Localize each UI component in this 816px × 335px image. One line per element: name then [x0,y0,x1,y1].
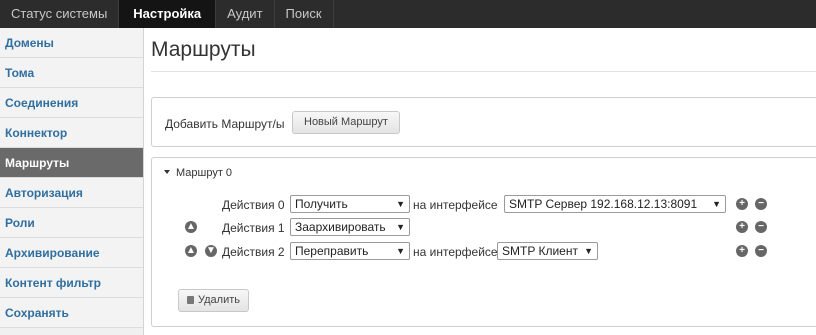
add-action-button[interactable]: + [736,245,748,257]
tab-search[interactable]: Поиск [275,0,334,28]
chevron-down-icon: ▼ [396,246,405,256]
sidebar-item-routes[interactable]: Маршруты [0,148,143,178]
action-type-value: Получить [295,197,348,211]
sidebar: Домены Тома Соединения Коннектор Маршрут… [0,28,144,335]
interface-select[interactable]: SMTP Клиент ▼ [497,242,598,260]
interface-label: на интерфейсе [413,198,498,212]
route-header[interactable]: Маршрут 0 [164,167,232,179]
delete-route-button[interactable]: Удалить [178,289,249,312]
chevron-down-icon: ▼ [712,199,721,209]
sidebar-item-connector[interactable]: Коннектор [0,118,143,148]
add-action-button[interactable]: + [736,198,748,210]
new-route-button[interactable]: Новый Маршрут [292,111,400,134]
page-title: Маршруты [151,38,256,61]
move-down-button[interactable]: ▼ [205,245,217,257]
action-row-0: Действия 0 Получить ▼ на интерфейсе SMTP… [152,195,816,215]
tab-audit[interactable]: Аудит [216,0,275,28]
action-type-select[interactable]: Заархивировать ▼ [290,218,410,236]
trash-icon [187,296,194,304]
chevron-down-icon: ▼ [584,246,593,256]
action-type-select[interactable]: Переправить ▼ [290,242,410,260]
sidebar-item-domains[interactable]: Домены [0,28,143,58]
tab-system-status[interactable]: Статус системы [0,0,120,28]
chevron-down-icon: ▼ [396,222,405,232]
add-action-button[interactable]: + [736,221,748,233]
chevron-down-icon: ▼ [396,199,405,209]
action-row-1: ▲ Действия 1 Заархивировать ▼ + − [152,218,816,238]
add-route-panel: Добавить Маршрут/ы Новый Маршрут [151,97,816,147]
sidebar-item-save[interactable]: Сохранять [0,298,143,328]
remove-action-button[interactable]: − [755,221,767,233]
interface-label: на интерфейсе [413,245,498,259]
caret-down-icon [164,170,170,174]
action-type-select[interactable]: Получить ▼ [290,195,410,213]
sidebar-item-authorization[interactable]: Авторизация [0,178,143,208]
title-divider [151,71,816,72]
delete-label: Удалить [198,294,240,306]
sidebar-item-connections[interactable]: Соединения [0,88,143,118]
sidebar-item-archiving[interactable]: Архивирование [0,238,143,268]
interface-value: SMTP Сервер 192.168.12.13:8091 [509,197,698,211]
action-type-value: Заархивировать [295,220,386,234]
tab-settings[interactable]: Настройка [119,0,217,28]
action-label: Действия 0 [222,198,285,212]
move-up-button[interactable]: ▲ [185,221,197,233]
interface-select[interactable]: SMTP Сервер 192.168.12.13:8091 ▼ [504,195,726,213]
move-up-button[interactable]: ▲ [185,245,197,257]
action-label: Действия 2 [222,245,285,259]
route-header-label: Маршрут 0 [176,167,233,179]
main-content: Маршруты Добавить Маршрут/ы Новый Маршру… [151,28,816,335]
remove-action-button[interactable]: − [755,198,767,210]
action-label: Действия 1 [222,221,285,235]
interface-value: SMTP Клиент [502,244,578,258]
top-navigation: Статус системы Настройка Аудит Поиск [0,0,816,28]
remove-action-button[interactable]: − [755,245,767,257]
route-panel: Маршрут 0 Действия 0 Получить ▼ на интер… [151,157,816,327]
action-row-2: ▲ ▼ Действия 2 Переправить ▼ на интерфей… [152,242,816,262]
sidebar-item-volumes[interactable]: Тома [0,58,143,88]
sidebar-item-roles[interactable]: Роли [0,208,143,238]
action-type-value: Переправить [295,244,369,258]
sidebar-item-content-filter[interactable]: Контент фильтр [0,268,143,298]
add-route-label: Добавить Маршрут/ы [165,117,285,131]
